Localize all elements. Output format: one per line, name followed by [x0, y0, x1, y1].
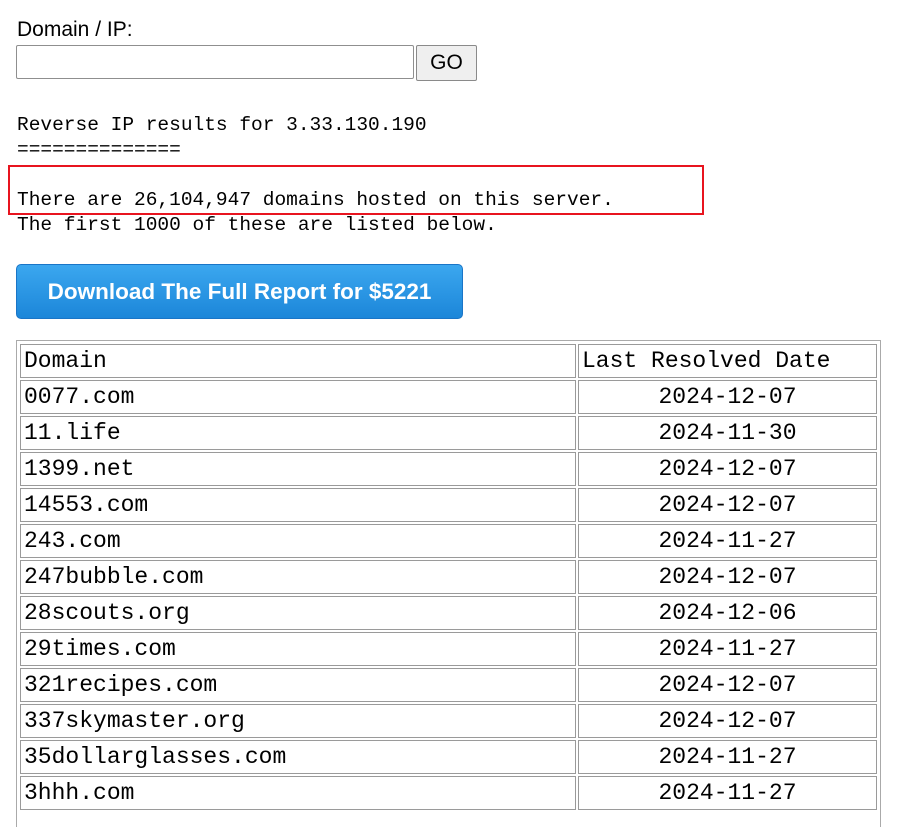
domains-table: Domain Last Resolved Date 0077.com 2024-… [18, 342, 879, 812]
table-row: 3hhh.com 2024-11-27 [20, 776, 877, 810]
highlight-annotation-box [8, 165, 704, 215]
date-cell: 2024-11-27 [578, 524, 877, 558]
table-row: 29times.com 2024-11-27 [20, 632, 877, 666]
table-row: 321recipes.com 2024-12-07 [20, 668, 877, 702]
table-row: 1399.net 2024-12-07 [20, 452, 877, 486]
domain-cell: 337skymaster.org [20, 704, 576, 738]
date-cell: 2024-12-07 [578, 668, 877, 702]
domain-cell: 0077.com [20, 380, 576, 414]
domain-cell: 247bubble.com [20, 560, 576, 594]
domain-cell: 14553.com [20, 488, 576, 522]
results-table-container: Domain Last Resolved Date 0077.com 2024-… [16, 340, 881, 827]
domain-cell: 28scouts.org [20, 596, 576, 630]
date-cell: 2024-12-07 [578, 452, 877, 486]
results-heading-underline: ============== [17, 139, 181, 161]
domain-cell: 243.com [20, 524, 576, 558]
domain-cell: 11.life [20, 416, 576, 450]
domain-cell: 1399.net [20, 452, 576, 486]
date-cell: 2024-11-27 [578, 632, 877, 666]
date-cell: 2024-12-07 [578, 704, 877, 738]
domain-cell: 3hhh.com [20, 776, 576, 810]
table-header-row: Domain Last Resolved Date [20, 344, 877, 378]
results-heading: Reverse IP results for 3.33.130.190 [17, 114, 427, 136]
domain-cell: 29times.com [20, 632, 576, 666]
table-row: 11.life 2024-11-30 [20, 416, 877, 450]
table-row: 14553.com 2024-12-07 [20, 488, 877, 522]
date-cell: 2024-12-07 [578, 560, 877, 594]
column-header-last-resolved-date: Last Resolved Date [578, 344, 877, 378]
table-row: 243.com 2024-11-27 [20, 524, 877, 558]
domain-cell: 321recipes.com [20, 668, 576, 702]
date-cell: 2024-11-27 [578, 776, 877, 810]
listing-note-text: The first 1000 of these are listed below… [17, 214, 497, 236]
table-row: 247bubble.com 2024-12-07 [20, 560, 877, 594]
table-row: 0077.com 2024-12-07 [20, 380, 877, 414]
date-cell: 2024-11-30 [578, 416, 877, 450]
date-cell: 2024-12-06 [578, 596, 877, 630]
domain-ip-label: Domain / IP: [17, 18, 133, 41]
download-full-report-button[interactable]: Download The Full Report for $5221 [16, 264, 463, 319]
domain-ip-input[interactable] [16, 45, 414, 79]
column-header-domain: Domain [20, 344, 576, 378]
table-row: 337skymaster.org 2024-12-07 [20, 704, 877, 738]
date-cell: 2024-12-07 [578, 380, 877, 414]
date-cell: 2024-12-07 [578, 488, 877, 522]
go-button[interactable]: GO [416, 45, 477, 81]
domain-cell: 35dollarglasses.com [20, 740, 576, 774]
table-row: 35dollarglasses.com 2024-11-27 [20, 740, 877, 774]
table-row: 28scouts.org 2024-12-06 [20, 596, 877, 630]
date-cell: 2024-11-27 [578, 740, 877, 774]
